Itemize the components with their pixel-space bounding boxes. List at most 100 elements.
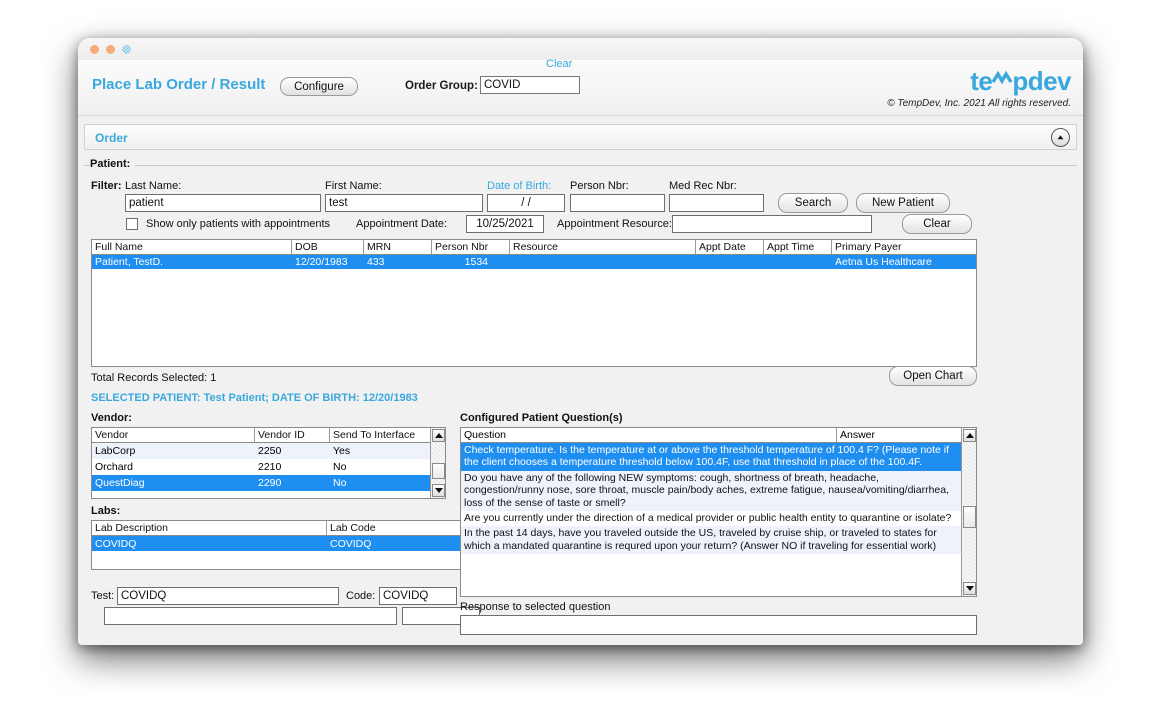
table-row[interactable]: Patient, TestD. 12/20/1983 433 1534 Aetn… bbox=[92, 255, 976, 269]
page-title: Place Lab Order / Result bbox=[92, 76, 265, 93]
clear-button[interactable]: Clear bbox=[902, 214, 972, 234]
order-body: Patient: Filter: Last Name: First Name: … bbox=[78, 150, 1083, 645]
table-row[interactable]: Orchard 2210 No bbox=[92, 459, 445, 475]
patient-fieldset: Patient: Filter: Last Name: First Name: … bbox=[84, 158, 1077, 498]
copyright-notice: © TempDev, Inc. 2021 All rights reserved… bbox=[887, 98, 1071, 109]
med-rec-nbr-label: Med Rec Nbr: bbox=[669, 180, 737, 192]
col-dob[interactable]: DOB bbox=[292, 240, 364, 254]
configure-button[interactable]: Configure bbox=[280, 77, 358, 96]
list-item[interactable]: Do you have any of the following NEW sym… bbox=[461, 471, 961, 511]
table-row[interactable]: QuestDiag 2290 No bbox=[92, 475, 445, 491]
scroll-down-icon[interactable] bbox=[963, 582, 976, 595]
table-row[interactable]: COVIDQ COVIDQ bbox=[92, 536, 460, 551]
col-resource[interactable]: Resource bbox=[510, 240, 696, 254]
list-item[interactable]: Are you currently under the direction of… bbox=[461, 511, 961, 526]
new-patient-button[interactable]: New Patient bbox=[856, 193, 950, 213]
test-secondary-input[interactable] bbox=[104, 607, 397, 625]
cell-full-name: Patient, TestD. bbox=[92, 256, 292, 268]
cell-vendor: QuestDiag bbox=[92, 477, 255, 489]
filter-label: Filter: bbox=[91, 180, 122, 192]
first-name-input[interactable]: test bbox=[325, 194, 483, 212]
labs-legend: Labs: bbox=[91, 505, 120, 517]
minimize-button[interactable] bbox=[106, 45, 115, 54]
person-nbr-input[interactable] bbox=[570, 194, 665, 212]
table-row[interactable]: LabCorp 2250 Yes bbox=[92, 443, 445, 459]
vendor-table[interactable]: Vendor Vendor ID Send To Interface LabCo… bbox=[91, 427, 446, 499]
appointment-date-input[interactable]: 10/25/2021 bbox=[466, 215, 544, 233]
col-primary-payer[interactable]: Primary Payer bbox=[832, 240, 976, 254]
response-input[interactable] bbox=[460, 615, 977, 635]
labs-table[interactable]: Lab Description Lab Code COVIDQ COVIDQ bbox=[91, 520, 461, 570]
person-nbr-label: Person Nbr: bbox=[570, 180, 629, 192]
cell-send-to-interface: No bbox=[330, 477, 432, 489]
col-mrn[interactable]: MRN bbox=[364, 240, 432, 254]
cell-vendor: Orchard bbox=[92, 461, 255, 473]
show-only-appointments-checkbox[interactable] bbox=[126, 218, 138, 230]
med-rec-nbr-input[interactable] bbox=[669, 194, 764, 212]
questions-viewport: Check temperature. Is the temperature at… bbox=[461, 443, 961, 596]
test-label: Test: bbox=[91, 590, 114, 602]
list-item[interactable]: In the past 14 days, have you traveled o… bbox=[461, 526, 961, 554]
appointment-date-label: Appointment Date: bbox=[356, 218, 447, 230]
cell-send-to-interface: Yes bbox=[330, 445, 432, 457]
cell-send-to-interface: No bbox=[330, 461, 432, 473]
col-send-to-interface[interactable]: Send To Interface bbox=[330, 428, 432, 442]
code-label: Code: bbox=[346, 590, 375, 602]
order-group-clear-link[interactable]: Clear bbox=[546, 58, 572, 70]
scroll-down-icon[interactable] bbox=[432, 484, 445, 497]
vendor-table-scrollbar[interactable] bbox=[430, 428, 445, 498]
code-input[interactable]: COVIDQ bbox=[379, 587, 457, 605]
close-button[interactable] bbox=[90, 45, 99, 54]
window-controls bbox=[90, 45, 131, 54]
test-input[interactable]: COVIDQ bbox=[117, 587, 339, 605]
scrollbar-thumb[interactable] bbox=[432, 463, 445, 479]
col-lab-description[interactable]: Lab Description bbox=[92, 521, 327, 535]
questions-list[interactable]: Question Answer Check temperature. Is th… bbox=[460, 427, 977, 597]
col-question[interactable]: Question bbox=[461, 428, 837, 442]
vendor-table-header: Vendor Vendor ID Send To Interface bbox=[92, 428, 445, 443]
col-appt-time[interactable]: Appt Time bbox=[764, 240, 832, 254]
order-group-input[interactable]: COVID bbox=[480, 76, 580, 94]
lightning-wave-icon bbox=[991, 66, 1013, 97]
col-full-name[interactable]: Full Name bbox=[92, 240, 292, 254]
cell-dob: 12/20/1983 bbox=[292, 256, 364, 268]
cell-primary-payer: Aetna Us Healthcare bbox=[832, 256, 976, 268]
scrollbar-thumb[interactable] bbox=[963, 506, 976, 528]
col-vendor[interactable]: Vendor bbox=[92, 428, 255, 442]
list-item[interactable]: Check temperature. Is the temperature at… bbox=[461, 443, 961, 471]
maximize-button[interactable] bbox=[122, 45, 131, 54]
cell-person-nbr: 1534 bbox=[432, 256, 510, 268]
app-header: Place Lab Order / Result Configure Order… bbox=[78, 60, 1083, 116]
order-section-title: Order bbox=[95, 131, 128, 145]
questions-header: Question Answer bbox=[461, 428, 976, 443]
col-answer[interactable]: Answer bbox=[837, 428, 961, 442]
selected-patient-banner: SELECTED PATIENT: Test Patient; DATE OF … bbox=[91, 392, 418, 404]
col-person-nbr[interactable]: Person Nbr bbox=[432, 240, 510, 254]
questions-legend: Configured Patient Question(s) bbox=[460, 412, 623, 424]
scroll-up-icon[interactable] bbox=[963, 429, 976, 442]
questions-scrollbar[interactable] bbox=[961, 428, 976, 596]
chevron-up-icon[interactable] bbox=[1051, 128, 1070, 147]
order-group-label: Order Group: bbox=[405, 80, 478, 92]
col-vendor-id[interactable]: Vendor ID bbox=[255, 428, 330, 442]
cell-vendor: LabCorp bbox=[92, 445, 255, 457]
appointment-resource-label: Appointment Resource: bbox=[557, 218, 672, 230]
scroll-up-icon[interactable] bbox=[432, 429, 445, 442]
col-appt-date[interactable]: Appt Date bbox=[696, 240, 764, 254]
total-records-label: Total Records Selected: 1 bbox=[91, 372, 216, 384]
patient-results-table[interactable]: Full Name DOB MRN Person Nbr Resource Ap… bbox=[91, 239, 977, 367]
col-lab-code[interactable]: Lab Code bbox=[327, 521, 460, 535]
last-name-label: Last Name: bbox=[125, 180, 181, 192]
search-button[interactable]: Search bbox=[778, 193, 848, 213]
appointment-resource-input[interactable] bbox=[672, 215, 872, 233]
date-of-birth-input[interactable]: / / bbox=[487, 194, 565, 212]
window-titlebar bbox=[78, 38, 1083, 60]
order-section-bar[interactable]: Order bbox=[84, 124, 1077, 150]
last-name-input[interactable]: patient bbox=[125, 194, 321, 212]
date-of-birth-label[interactable]: Date of Birth: bbox=[487, 180, 551, 192]
patient-legend: Patient: bbox=[90, 158, 135, 170]
show-only-appointments-label: Show only patients with appointments bbox=[146, 218, 330, 230]
open-chart-button[interactable]: Open Chart bbox=[889, 366, 977, 386]
cell-mrn: 433 bbox=[364, 256, 432, 268]
patient-fieldset-rule bbox=[84, 165, 1077, 166]
